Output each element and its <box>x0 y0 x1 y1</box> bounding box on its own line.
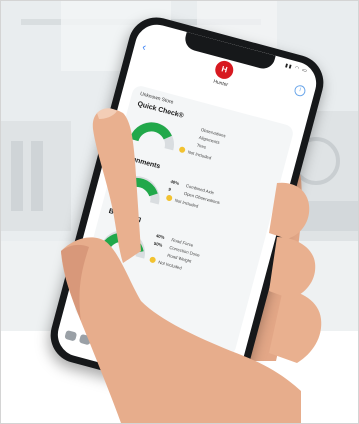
status-icons: ▮▮ ◠ ▭ <box>284 62 309 75</box>
sender-avatar: H <box>213 58 236 81</box>
alignments-list: 40% Combined Axle 9 Open Observations Not … <box>165 179 268 229</box>
info-icon[interactable]: i <box>293 83 307 98</box>
app-store-icon[interactable] <box>78 333 92 346</box>
photo-frame: ▮▮ ◠ ▭ ‹ i H Hunter Unknown Store Quick … <box>0 0 359 424</box>
warning-dot-icon <box>148 256 157 264</box>
camera-icon[interactable] <box>64 329 78 342</box>
warning-dot-icon <box>178 146 186 154</box>
quick-check-list: Observations Alignments Tires Not Includ… <box>178 123 283 181</box>
back-chevron-icon[interactable]: ‹ <box>141 41 148 54</box>
gauge-balancing <box>100 230 145 259</box>
balancing-list: 40% Road Force 50% Correction Done Road We… <box>148 233 253 291</box>
gauge-alignments <box>115 176 160 205</box>
warning-dot-icon <box>165 194 173 202</box>
